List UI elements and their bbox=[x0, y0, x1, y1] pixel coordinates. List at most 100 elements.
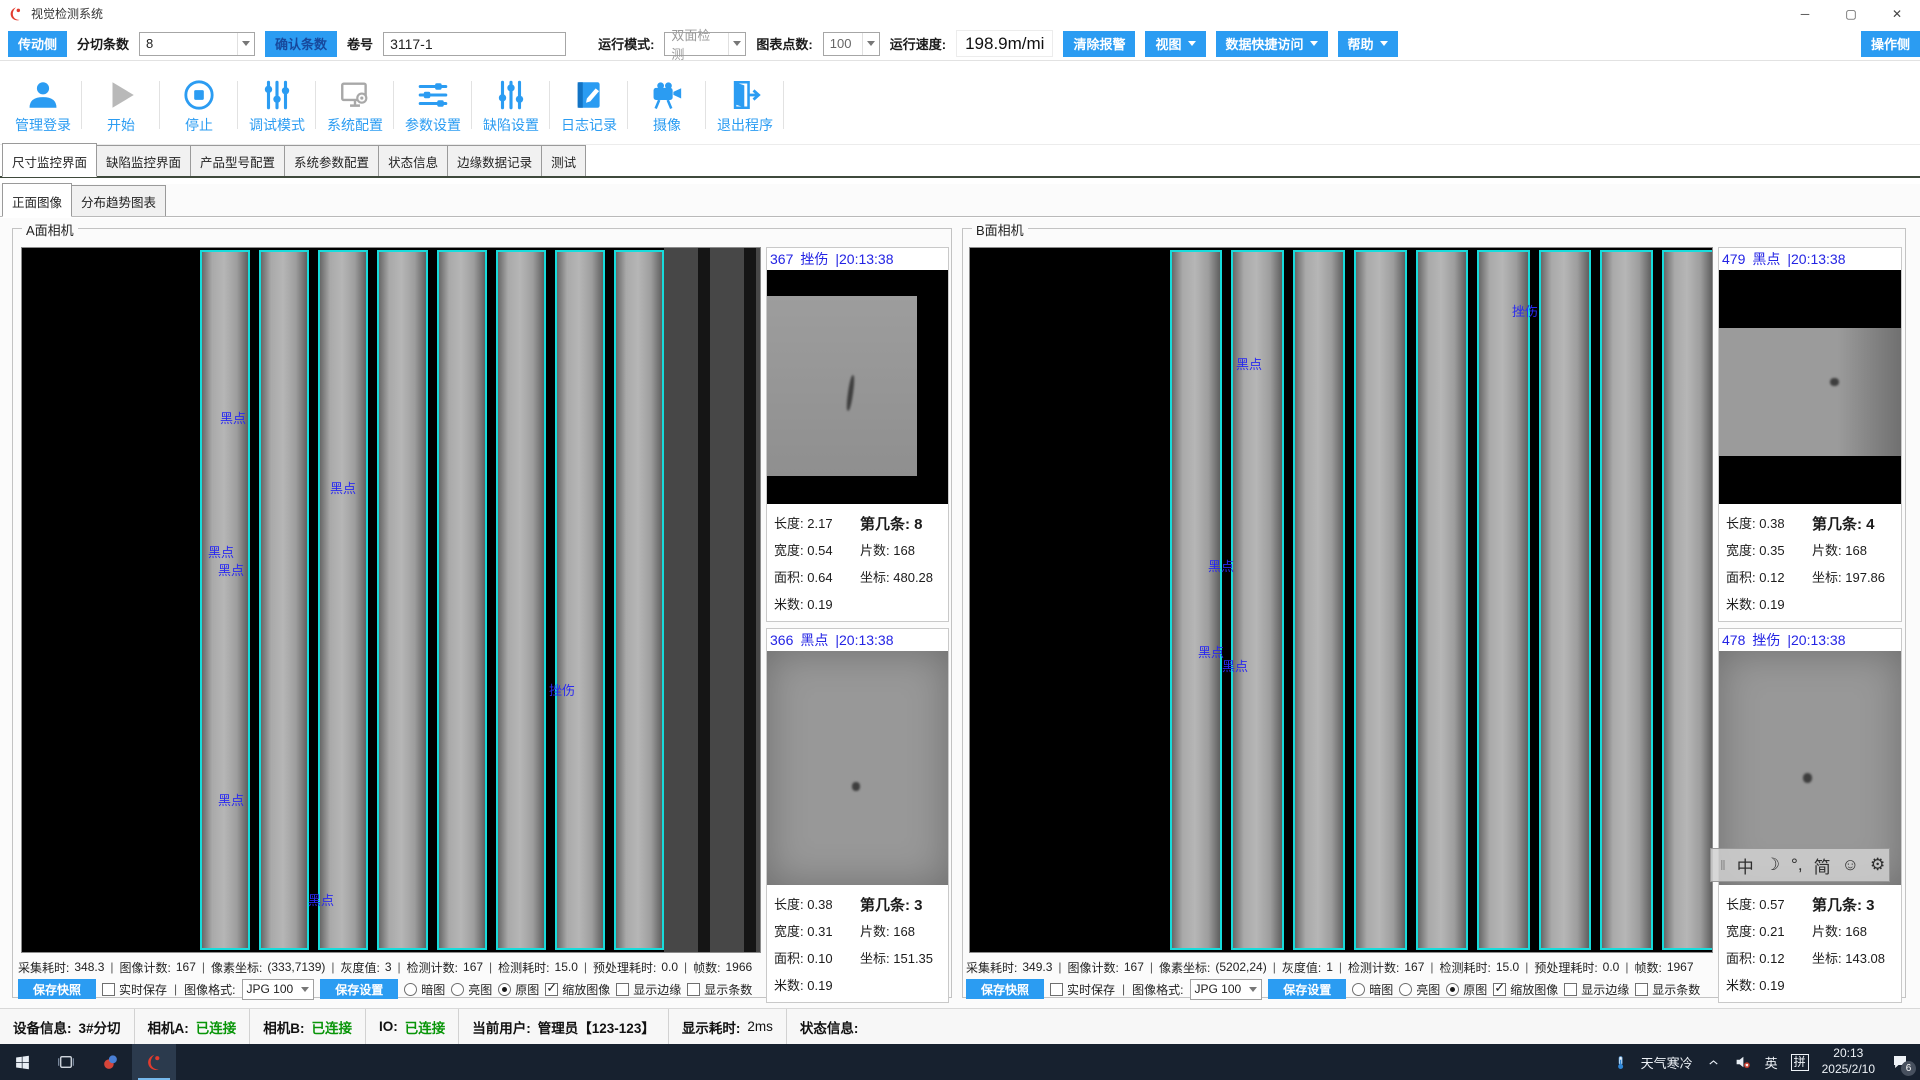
action-center-button[interactable]: 6 bbox=[1888, 1050, 1912, 1074]
main-tab-2[interactable]: 缺陷监控界面 bbox=[96, 145, 191, 176]
main-tab-4[interactable]: 系统参数配置 bbox=[284, 145, 379, 176]
show-count-option[interactable]: 显示条数 bbox=[687, 981, 752, 998]
ime-mode-button[interactable]: 中 bbox=[1737, 853, 1754, 878]
save-snapshot-button[interactable]: 保存快照 bbox=[18, 979, 96, 999]
confirm-count-button[interactable]: 确认条数 bbox=[265, 31, 337, 57]
taskbar-app-icon-inspection[interactable] bbox=[132, 1044, 176, 1080]
tool-system-monitor[interactable]: 系统配置 bbox=[316, 67, 394, 139]
task-view-button[interactable] bbox=[44, 1044, 88, 1080]
status-label: 检测计数: bbox=[407, 959, 458, 976]
realtime-save-option[interactable]: 实时保存 bbox=[1050, 981, 1115, 998]
defect-coordinate: 坐标: 143.08 bbox=[1812, 948, 1901, 975]
minimize-button[interactable]: ─ bbox=[1782, 0, 1828, 27]
main-tab-6[interactable]: 边缘数据记录 bbox=[447, 145, 542, 176]
run-mode-select[interactable]: 双面检测 bbox=[664, 32, 746, 56]
main-tab-7[interactable]: 测试 bbox=[541, 145, 586, 176]
divider: | bbox=[109, 960, 114, 974]
tool-exit-door[interactable]: 退出程序 bbox=[706, 67, 784, 139]
chart-points-select[interactable]: 100 bbox=[823, 32, 880, 56]
view-menu-button[interactable]: 视图 bbox=[1145, 31, 1205, 57]
taskbar-clock[interactable]: 20:13 2025/2/10 bbox=[1822, 1046, 1875, 1077]
zoom-image-option[interactable]: 缩放图像 bbox=[545, 981, 610, 998]
slit-count-select[interactable]: 8 bbox=[139, 32, 255, 56]
status-label: 像素坐标: bbox=[1159, 959, 1210, 976]
ime-emoji-icon[interactable]: ☺ bbox=[1842, 855, 1859, 875]
divider: | bbox=[1057, 960, 1062, 974]
main-tab-5[interactable]: 状态信息 bbox=[378, 145, 448, 176]
dark-image-option[interactable]: 暗图 bbox=[404, 981, 445, 998]
start-button[interactable] bbox=[0, 1044, 44, 1080]
panel-a-status-line: 采集耗时:348.3|图像计数:167|像素坐标:(333,7139)|灰度值:… bbox=[18, 957, 762, 977]
tool-stop[interactable]: 停止 bbox=[160, 67, 238, 139]
defect-entry[interactable]: 367 挫伤 |20:13:38 长度: 2.17 第几条: 8 宽度: 0.5… bbox=[766, 247, 949, 622]
speaker-muted-icon[interactable] bbox=[1734, 1053, 1752, 1071]
help-menu-label: 帮助 bbox=[1348, 34, 1374, 53]
video-camera-icon bbox=[649, 72, 685, 112]
tool-play[interactable]: 开始 bbox=[82, 67, 160, 139]
tray-chevron-icon[interactable] bbox=[1706, 1055, 1721, 1070]
radio-icon bbox=[404, 983, 417, 996]
ime-charset-button[interactable]: 简 bbox=[1814, 853, 1831, 878]
defect-area: 面积: 0.10 bbox=[774, 948, 860, 975]
save-settings-button[interactable]: 保存设置 bbox=[320, 979, 398, 999]
maximize-button[interactable]: ▢ bbox=[1828, 0, 1874, 27]
show-count-option[interactable]: 显示条数 bbox=[1635, 981, 1700, 998]
ime-grip-handle[interactable]: ‖ bbox=[1720, 857, 1726, 873]
defect-entry[interactable]: 478 挫伤 |20:13:38 长度: 0.57 第几条: 3 宽度: 0.2… bbox=[1718, 628, 1902, 1003]
save-snapshot-button[interactable]: 保存快照 bbox=[966, 979, 1044, 999]
divider: | bbox=[397, 960, 402, 974]
original-image-option[interactable]: 原图 bbox=[498, 981, 539, 998]
dropdown-arrow-icon bbox=[237, 33, 254, 55]
main-tab-1[interactable]: 尺寸监控界面 bbox=[2, 143, 97, 177]
main-tab-3[interactable]: 产品型号配置 bbox=[190, 145, 285, 176]
status-value: 1 bbox=[1326, 960, 1333, 974]
zoom-image-option[interactable]: 缩放图像 bbox=[1493, 981, 1558, 998]
original-image-option[interactable]: 原图 bbox=[1446, 981, 1487, 998]
defect-entry[interactable]: 366 黑点 |20:13:38 长度: 0.38 第几条: 3 宽度: 0.3… bbox=[766, 628, 949, 1003]
defect-entry[interactable]: 479 黑点 |20:13:38 长度: 0.38 第几条: 4 宽度: 0.3… bbox=[1718, 247, 1902, 622]
ime-punctuation-button[interactable]: °, bbox=[1791, 855, 1803, 875]
tool-log-book[interactable]: 日志记录 bbox=[550, 67, 628, 139]
drive-side-button[interactable]: 传动侧 bbox=[8, 31, 67, 57]
weather-text[interactable]: 天气寒冷 bbox=[1641, 1053, 1693, 1072]
bright-image-option[interactable]: 亮图 bbox=[1399, 981, 1440, 998]
defect-header: 367 挫伤 |20:13:38 bbox=[767, 248, 948, 270]
tool-param-sliders[interactable]: 参数设置 bbox=[394, 67, 472, 139]
image-format-select[interactable]: JPG 100 bbox=[1190, 979, 1263, 1000]
bright-image-option[interactable]: 亮图 bbox=[451, 981, 492, 998]
image-format-select[interactable]: JPG 100 bbox=[242, 979, 315, 1000]
language-indicator[interactable]: 英 bbox=[1765, 1053, 1778, 1072]
data-access-menu-button[interactable]: 数据快捷访问 bbox=[1216, 31, 1328, 57]
dropdown-arrow-icon bbox=[1249, 987, 1257, 992]
defect-details: 长度: 0.57 第几条: 3 宽度: 0.21 片数: 168 面积: 0.1… bbox=[1719, 885, 1901, 1002]
close-button[interactable]: ✕ bbox=[1874, 0, 1920, 27]
status-info-cell: 状态信息: bbox=[787, 1009, 872, 1044]
dark-image-option[interactable]: 暗图 bbox=[1352, 981, 1393, 998]
defect-sliders-icon bbox=[494, 72, 528, 112]
tool-user[interactable]: 管理登录 bbox=[4, 67, 82, 139]
taskbar-app-icon-1[interactable] bbox=[88, 1044, 132, 1080]
help-menu-button[interactable]: 帮助 bbox=[1338, 31, 1398, 57]
status-label: 像素坐标: bbox=[211, 959, 262, 976]
ime-pinyin-indicator[interactable]: 拼 bbox=[1791, 1054, 1809, 1071]
sub-tab-2[interactable]: 分布趋势图表 bbox=[71, 185, 166, 216]
show-edge-option[interactable]: 显示边缘 bbox=[616, 981, 681, 998]
operator-side-button[interactable]: 操作侧 bbox=[1861, 31, 1920, 57]
defect-width: 宽度: 0.35 bbox=[1726, 540, 1812, 567]
tool-defect-sliders[interactable]: 缺陷设置 bbox=[472, 67, 550, 139]
defect-snapshot-image bbox=[767, 651, 948, 885]
save-settings-button[interactable]: 保存设置 bbox=[1268, 979, 1346, 999]
show-edge-option[interactable]: 显示边缘 bbox=[1564, 981, 1629, 998]
clear-alarm-button[interactable]: 清除报警 bbox=[1063, 31, 1135, 57]
ime-fullwidth-moon-icon[interactable]: ☽ bbox=[1765, 855, 1780, 875]
tool-debug-sliders[interactable]: 调试模式 bbox=[238, 67, 316, 139]
ime-settings-gear-icon[interactable]: ⚙ bbox=[1870, 855, 1885, 875]
roll-number-input[interactable]: 3117-1 bbox=[383, 32, 566, 56]
sub-tab-1[interactable]: 正面图像 bbox=[2, 183, 72, 217]
film-strip-zone bbox=[200, 250, 664, 950]
defect-overlay-label: 黑点 bbox=[218, 560, 244, 579]
tool-video-camera[interactable]: 摄像 bbox=[628, 67, 706, 139]
realtime-save-option[interactable]: 实时保存 bbox=[102, 981, 167, 998]
dropdown-arrow-icon bbox=[862, 33, 879, 55]
defect-time: |20:13:38 bbox=[1787, 632, 1845, 648]
